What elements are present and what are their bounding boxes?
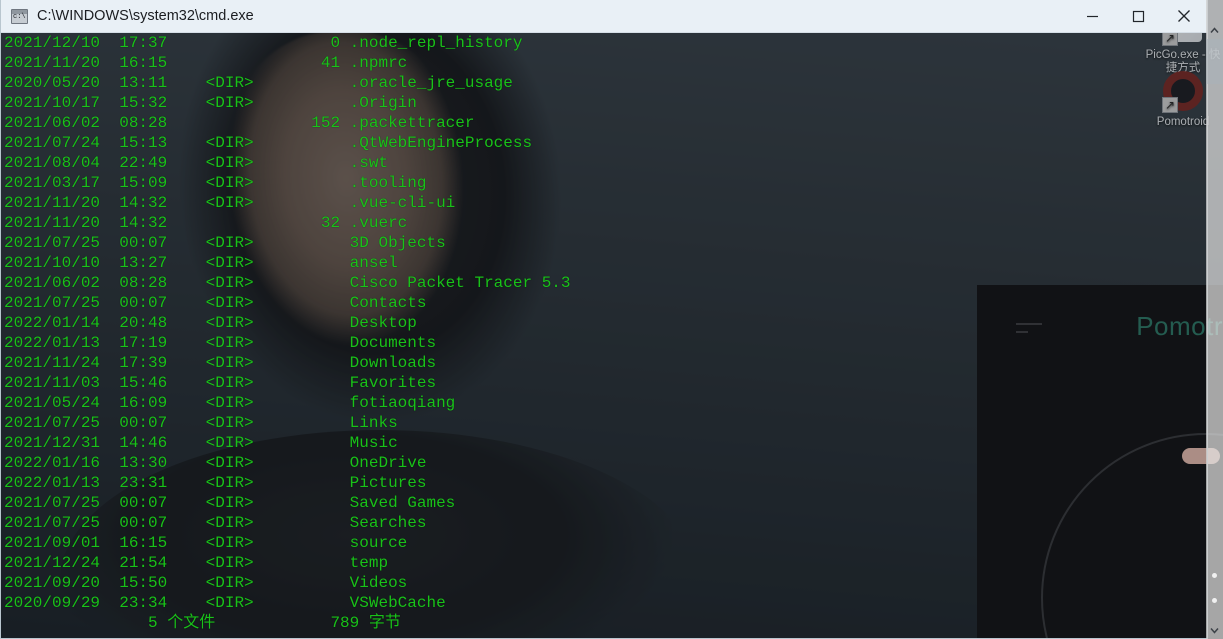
vertical-scrollbar[interactable] (1206, 0, 1223, 639)
title-bar[interactable]: C:\WINDOWS\system32\cmd.exe (1, 0, 1207, 33)
scroll-down-arrow-icon[interactable] (1206, 622, 1223, 639)
scroll-up-arrow-icon[interactable] (1206, 22, 1223, 39)
scrollbar-thumb[interactable] (1206, 39, 1223, 84)
scrollbar-track[interactable] (1206, 39, 1223, 639)
scroll-marker-dot (1212, 573, 1217, 578)
minimize-button[interactable] (1069, 0, 1115, 33)
scroll-marker-dot (1212, 598, 1217, 603)
maximize-button[interactable] (1115, 0, 1161, 33)
cmd-window[interactable]: C:\WINDOWS\system32\cmd.exe 2021/12/10 1… (0, 0, 1208, 639)
close-button[interactable] (1161, 0, 1207, 33)
window-title: C:\WINDOWS\system32\cmd.exe (37, 8, 254, 24)
cmd-icon (11, 8, 28, 24)
console-text: 2021/12/10 17:37 0 .node_repl_history 20… (4, 34, 571, 632)
console-output-area[interactable]: 2021/12/10 17:37 0 .node_repl_history 20… (1, 33, 1207, 638)
